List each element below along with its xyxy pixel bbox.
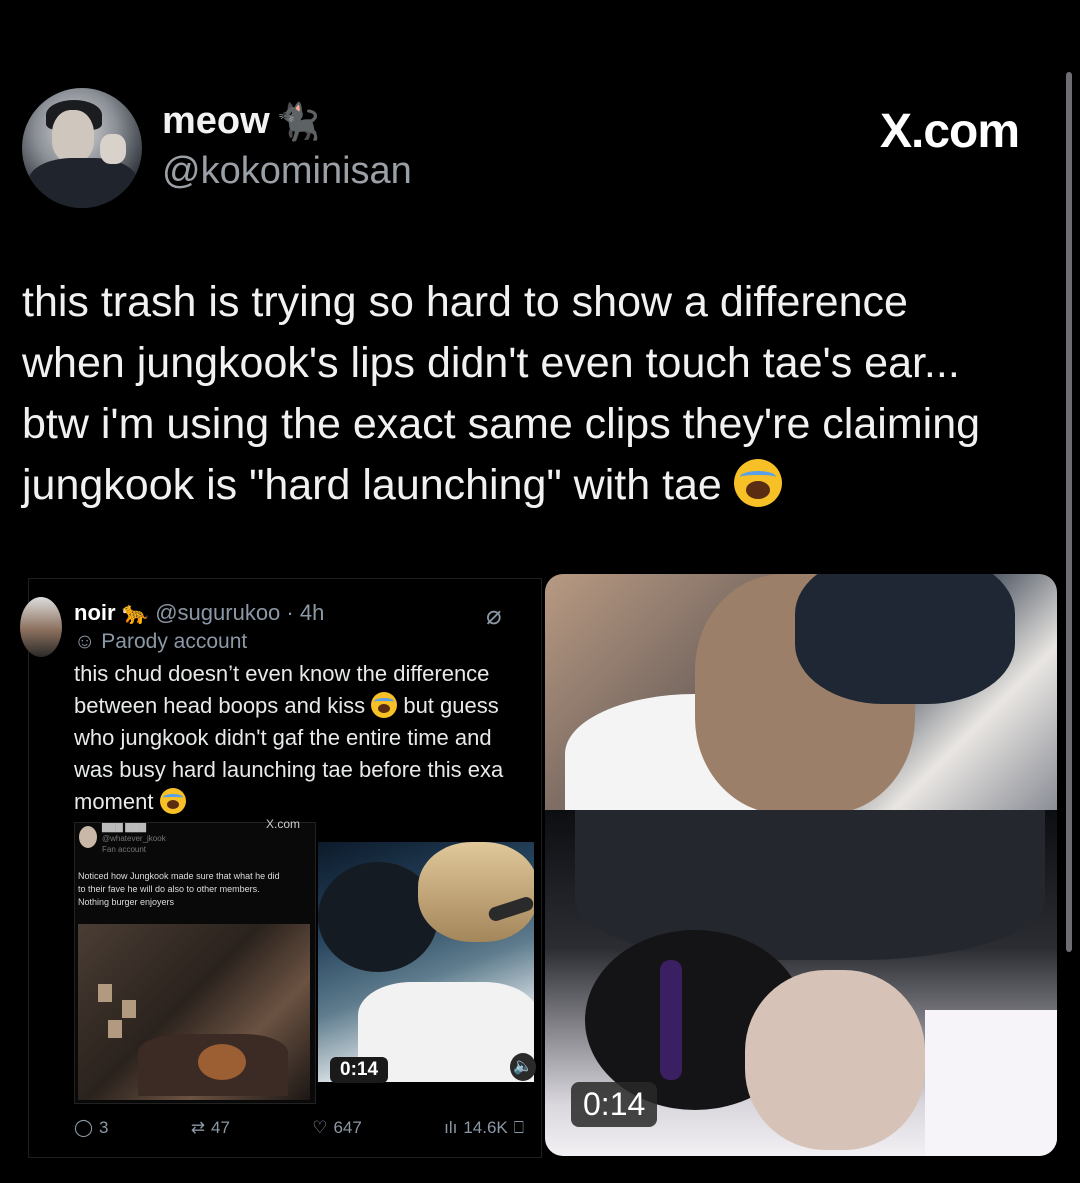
quoted-avatar (79, 826, 97, 848)
embedded-action-bar: ◯ 3 ⇄ 47 ♡ 647 ılı 14.6K ⎕ (74, 1118, 524, 1138)
embedded-display-name: noir (74, 600, 116, 625)
views-icon: ılı (444, 1118, 458, 1137)
user-handle[interactable]: @kokominisan (162, 150, 412, 193)
avatar[interactable] (22, 88, 142, 208)
quoted-name-redacted: ▇▇▇ ▇▇▇ (102, 822, 147, 832)
tweet-text-body: this trash is trying so hard to show a d… (22, 278, 981, 509)
quoted-post-image (78, 924, 310, 1100)
quoted-handle: @whatever_jkook (102, 834, 166, 843)
repost-count: 47 (211, 1118, 230, 1137)
main-video[interactable] (545, 574, 1057, 1156)
embedded-avatar (20, 597, 62, 657)
like-count: 647 (333, 1118, 362, 1137)
views-action[interactable]: ılı 14.6K ⎕ (444, 1118, 524, 1138)
reply-count: 3 (99, 1118, 109, 1137)
reply-action[interactable]: ◯ 3 (74, 1118, 109, 1138)
quoted-x-watermark: X.com (266, 817, 301, 831)
scrollbar[interactable] (1066, 72, 1072, 952)
loudly-crying-face-icon (159, 788, 186, 814)
display-name-text: meow (162, 100, 270, 142)
leopard-icon: 🐆 (121, 600, 150, 625)
embedded-post-text: this chud doesn’t even know the differen… (74, 658, 544, 818)
grok-icon: ⌀ (486, 600, 502, 630)
heart-icon: ♡ (312, 1118, 328, 1137)
embedded-handle-time: @sugurukoo · 4h (155, 600, 325, 625)
quoted-fan-label: Fan account (102, 845, 147, 854)
embedded-parody-text: Parody account (101, 630, 248, 653)
volume-icon[interactable]: 🔈 (510, 1053, 536, 1081)
main-video-duration: 0:14 (571, 1082, 658, 1127)
cat-icon: 🐈‍⬛ (275, 100, 321, 142)
embedded-parody-label: ☺ Parody account (74, 630, 247, 654)
repost-icon: ⇄ (190, 1118, 206, 1137)
x-logo-watermark: X.com (880, 105, 1020, 158)
tweet-text: this trash is trying so hard to show a d… (22, 272, 1052, 516)
like-action[interactable]: ♡ 647 (312, 1118, 362, 1138)
views-count: 14.6K (463, 1118, 508, 1137)
embedded-author: noir 🐆 @sugurukoo · 4h (74, 600, 324, 626)
mask-icon: ☺ (74, 630, 96, 653)
loudly-crying-face-icon (371, 692, 398, 718)
loudly-crying-face-icon (733, 459, 782, 507)
embedded-video-duration: 0:14 (330, 1057, 389, 1083)
bookmark-icon: ⎕ (513, 1118, 524, 1137)
embedded-video-thumbnail[interactable] (318, 842, 534, 1082)
display-name[interactable]: meow 🐈‍⬛ (162, 100, 321, 143)
quoted-post-text: Noticed how Jungkook made sure that what… (78, 871, 280, 907)
reply-icon: ◯ (74, 1118, 94, 1137)
repost-action[interactable]: ⇄ 47 (191, 1118, 230, 1138)
